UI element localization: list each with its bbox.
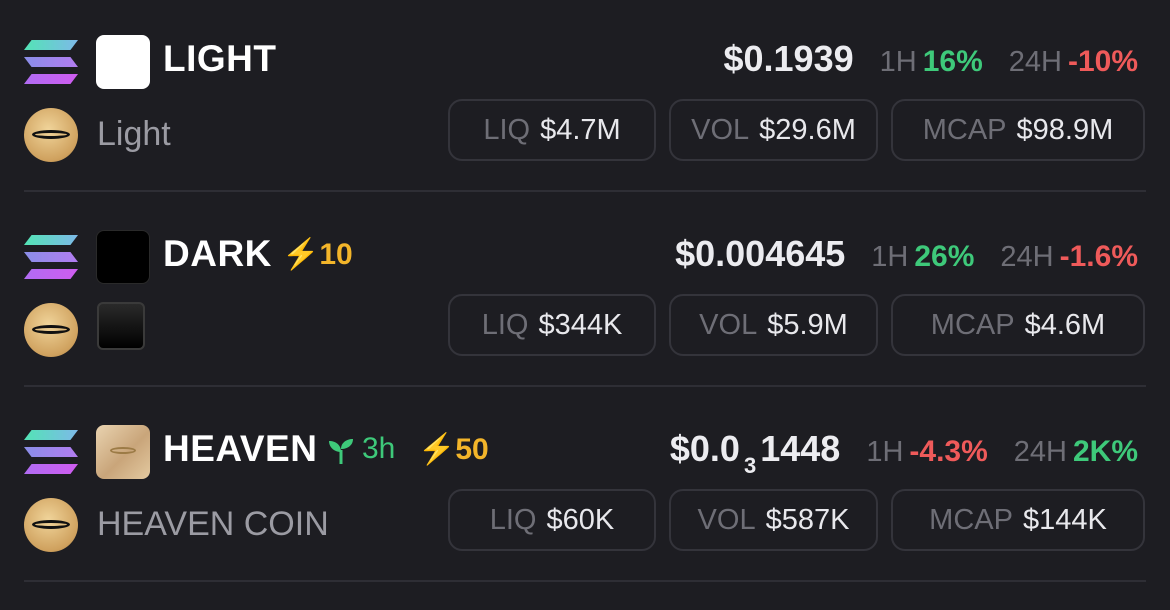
boost-badge: ⚡10 — [282, 238, 353, 271]
change-24h-label: 24H — [1008, 46, 1062, 78]
token-name-image — [97, 302, 145, 350]
boost-badge: ⚡50 — [418, 433, 489, 466]
market-cap-stat: MCAP $144K — [891, 489, 1145, 551]
solana-icon — [24, 430, 78, 474]
token-name: HEAVEN COIN — [97, 505, 329, 543]
volume-stat: VOL $29.6M — [669, 99, 878, 161]
liquidity-label: LIQ — [483, 113, 531, 146]
price-line: $0.1939 1H 16% 24H -10% — [723, 38, 1138, 80]
token-price: $0.0 3 1448 — [670, 428, 840, 479]
market-cap-value: $98.9M — [1016, 113, 1114, 146]
token-symbol: LIGHT — [163, 38, 277, 79]
token-image — [96, 35, 150, 89]
row-divider — [24, 580, 1146, 582]
change-24h-value: -1.6% — [1059, 240, 1138, 273]
halo-icon — [24, 108, 78, 162]
liquidity-label: LIQ — [481, 308, 529, 341]
price-prefix: $0.0 — [669, 428, 740, 469]
token-price: $0.004645 — [675, 233, 846, 274]
market-cap-stat: MCAP $4.6M — [891, 294, 1145, 356]
token-row-dark[interactable]: DARK ⚡10 $0.004645 1H 26% 24H -1.6% LIQ … — [0, 195, 1170, 390]
volume-label: VOL — [699, 308, 758, 341]
token-symbol: HEAVEN — [163, 428, 318, 469]
market-cap-value: $4.6M — [1024, 308, 1106, 341]
change-1h-value: 16% — [922, 45, 983, 78]
sprout-icon — [329, 439, 353, 464]
volume-value: $5.9M — [767, 308, 848, 341]
solana-icon — [24, 235, 78, 279]
token-image — [96, 230, 150, 284]
liquidity-value: $60K — [546, 503, 615, 536]
token-age: 3h — [362, 432, 396, 465]
volume-value: $587K — [765, 503, 850, 536]
liquidity-stat: LIQ $344K — [448, 294, 656, 356]
token-symbol: DARK — [163, 233, 272, 274]
change-1h-label: 1H — [871, 241, 909, 273]
token-price: $0.1939 — [723, 38, 854, 79]
halo-icon — [24, 498, 78, 552]
liquidity-stat: LIQ $60K — [448, 489, 656, 551]
change-1h-value: -4.3% — [909, 435, 988, 468]
token-row-heaven[interactable]: HEAVEN 3h ⚡50 $0.0 3 1448 1H -4.3% 24H 2K%… — [0, 390, 1170, 585]
market-cap-stat: MCAP $98.9M — [891, 99, 1145, 161]
token-image — [96, 425, 150, 479]
price-zero-count: 3 — [743, 453, 757, 478]
change-24h-label: 24H — [1013, 436, 1067, 468]
volume-value: $29.6M — [759, 113, 856, 146]
liquidity-stat: LIQ $4.7M — [448, 99, 656, 161]
change-1h-value: 26% — [914, 240, 975, 273]
token-row-light[interactable]: LIGHT $0.1939 1H 16% 24H -10% Light LIQ … — [0, 0, 1170, 195]
solana-icon — [24, 40, 78, 84]
change-1h-label: 1H — [866, 436, 904, 468]
price-line: $0.0 3 1448 1H -4.3% 24H 2K% — [670, 428, 1138, 479]
liquidity-value: $344K — [538, 308, 623, 341]
market-cap-label: MCAP — [929, 503, 1013, 536]
market-cap-value: $144K — [1022, 503, 1107, 536]
change-1h-label: 1H — [879, 46, 917, 78]
halo-icon — [24, 303, 78, 357]
liquidity-label: LIQ — [489, 503, 537, 536]
volume-label: VOL — [697, 503, 756, 536]
price-line: $0.004645 1H 26% 24H -1.6% — [675, 233, 1138, 275]
change-24h-label: 24H — [1000, 241, 1054, 273]
volume-stat: VOL $587K — [669, 489, 878, 551]
liquidity-value: $4.7M — [540, 113, 621, 146]
change-24h-value: -10% — [1067, 45, 1138, 78]
volume-label: VOL — [691, 113, 750, 146]
market-cap-label: MCAP — [930, 308, 1015, 341]
volume-stat: VOL $5.9M — [669, 294, 878, 356]
price-digits: 1448 — [760, 428, 841, 469]
row-divider — [24, 190, 1146, 192]
market-cap-label: MCAP — [922, 113, 1007, 146]
change-24h-value: 2K% — [1072, 435, 1138, 468]
row-divider — [24, 385, 1146, 387]
token-name: Light — [97, 115, 171, 153]
